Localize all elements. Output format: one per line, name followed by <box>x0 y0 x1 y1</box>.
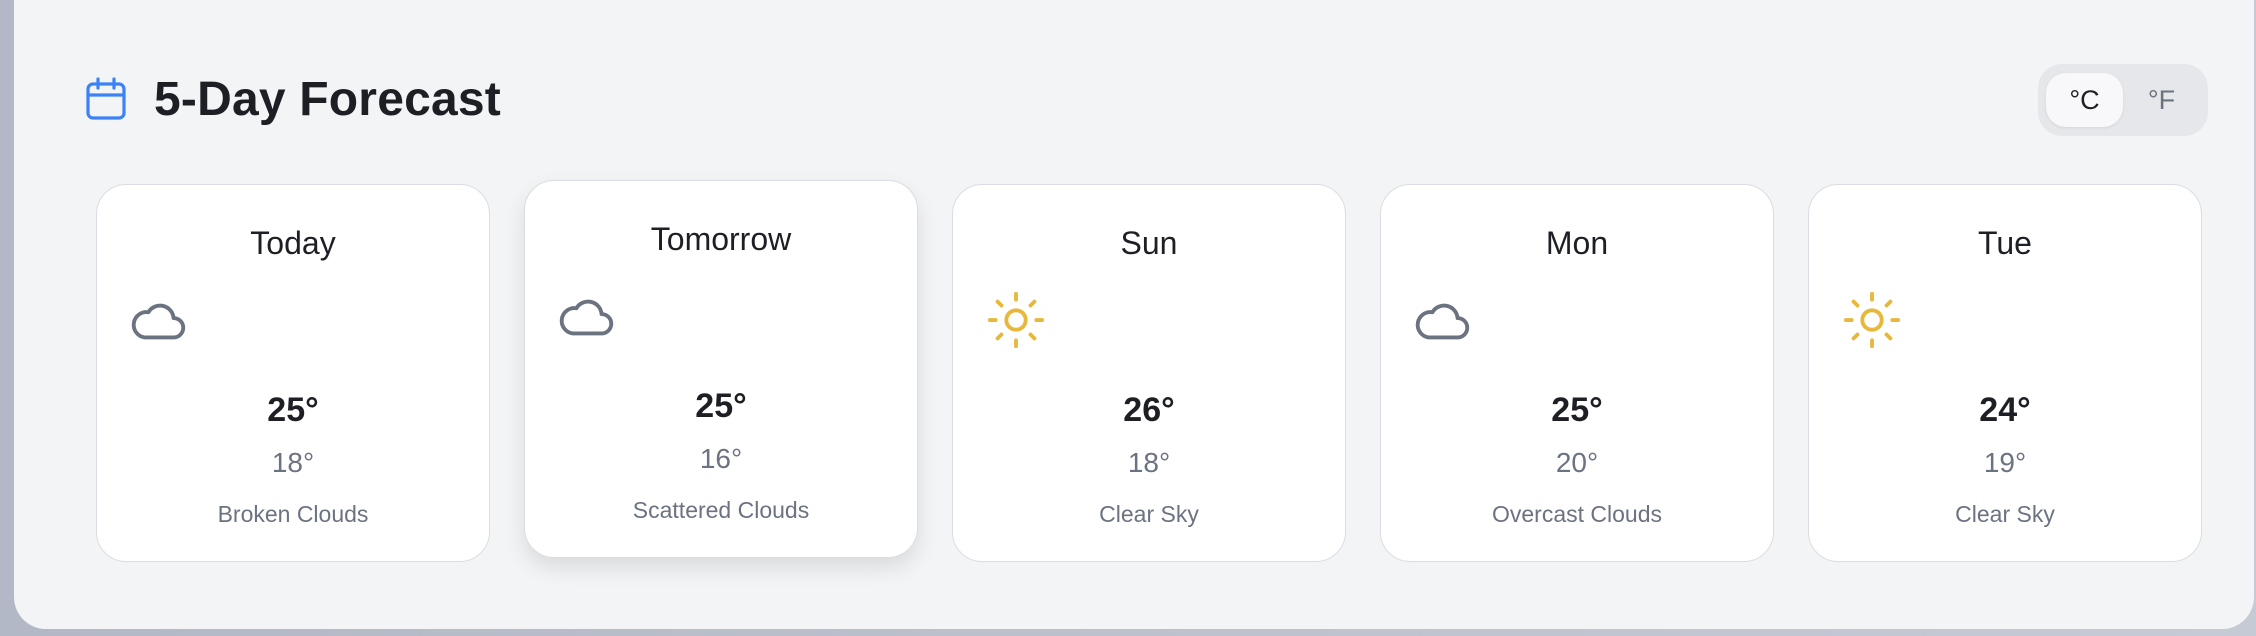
sun-icon <box>987 291 1045 349</box>
day-label: Sun <box>1120 225 1178 261</box>
weather-description: Clear Sky <box>1099 501 1199 527</box>
forecast-card-tomorrow[interactable]: Tomorrow 25° 16° Scattered Clouds <box>524 180 918 558</box>
high-temp: 25° <box>267 391 319 429</box>
cloud-icon <box>559 299 614 336</box>
low-temp: 16° <box>699 443 743 474</box>
day-label: Today <box>250 225 336 261</box>
unit-toggle: °C °F <box>2038 64 2208 136</box>
forecast-header: 5-Day Forecast <box>82 72 501 126</box>
forecast-card-tue[interactable]: Tue 24° 19° Clear Sky <box>1808 184 2202 562</box>
forecast-card-today[interactable]: Today 25° 18° Broken Clouds <box>96 184 490 562</box>
low-temp: 20° <box>1555 447 1599 478</box>
high-temp: 26° <box>1123 391 1175 429</box>
calendar-icon <box>86 77 126 120</box>
celsius-button[interactable]: °C <box>2046 73 2123 127</box>
weather-description: Scattered Clouds <box>632 497 810 523</box>
day-label: Tue <box>1978 225 2032 261</box>
cloud-icon <box>131 303 186 340</box>
sun-icon <box>1843 291 1901 349</box>
weather-description: Broken Clouds <box>217 501 369 527</box>
forecast-panel: 5-Day Forecast °C °F Today 25° 18° Broke… <box>14 0 2254 629</box>
low-temp: 18° <box>271 447 315 478</box>
high-temp: 25° <box>1551 391 1603 429</box>
forecast-card-sun[interactable]: Sun 26° 18° Clear Sky <box>952 184 1346 562</box>
cloud-icon <box>1415 303 1470 340</box>
day-label: Mon <box>1545 225 1609 261</box>
forecast-card-mon[interactable]: Mon 25° 20° Overcast Clouds <box>1380 184 1774 562</box>
forecast-cards: Today 25° 18° Broken Clouds Tomorrow 25°… <box>96 180 2202 562</box>
low-temp: 18° <box>1127 447 1171 478</box>
page-title: 5-Day Forecast <box>154 72 501 126</box>
weather-description: Overcast Clouds <box>1491 501 1662 527</box>
high-temp: 25° <box>695 387 747 425</box>
day-label: Tomorrow <box>650 221 792 257</box>
weather-description: Clear Sky <box>1955 501 2055 527</box>
high-temp: 24° <box>1979 391 2031 429</box>
fahrenheit-button[interactable]: °F <box>2123 73 2200 127</box>
low-temp: 19° <box>1983 447 2027 478</box>
